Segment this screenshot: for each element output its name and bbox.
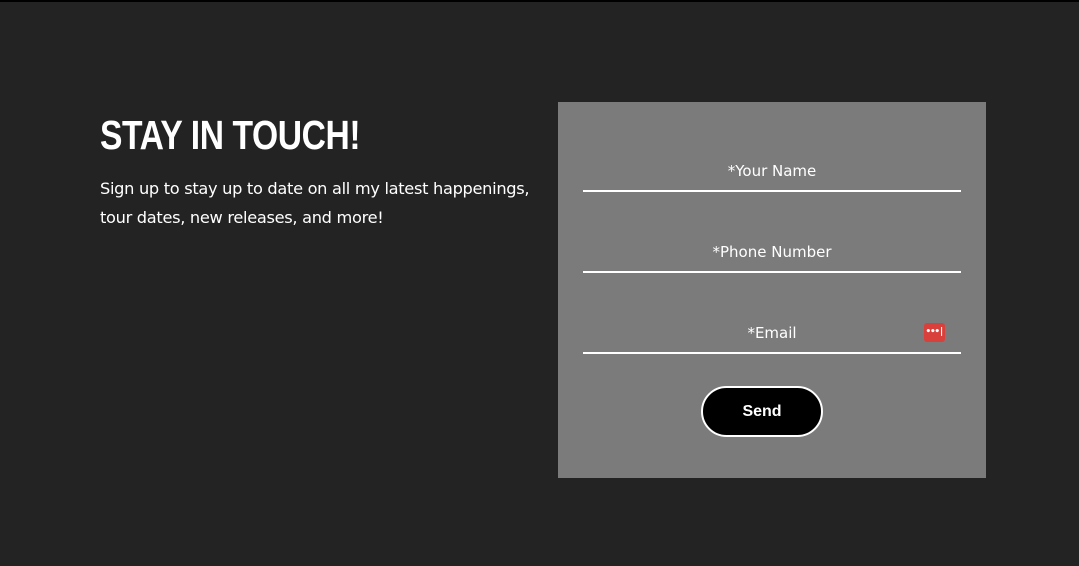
signup-headline: STAY IN TOUCH!	[100, 112, 361, 158]
top-border	[0, 0, 1079, 2]
phone-field	[583, 233, 961, 273]
signup-intro: STAY IN TOUCH! Sign up to stay up to dat…	[100, 112, 550, 232]
email-field: •••|	[583, 314, 961, 354]
name-field	[583, 152, 961, 192]
password-manager-icon[interactable]: •••|	[924, 323, 945, 342]
signup-description: Sign up to stay up to date on all my lat…	[100, 179, 530, 227]
send-button[interactable]: Send	[701, 386, 823, 437]
phone-input[interactable]	[583, 233, 961, 271]
signup-form: •••| Send	[558, 102, 986, 478]
name-input[interactable]	[583, 152, 961, 190]
email-input[interactable]	[583, 314, 961, 352]
